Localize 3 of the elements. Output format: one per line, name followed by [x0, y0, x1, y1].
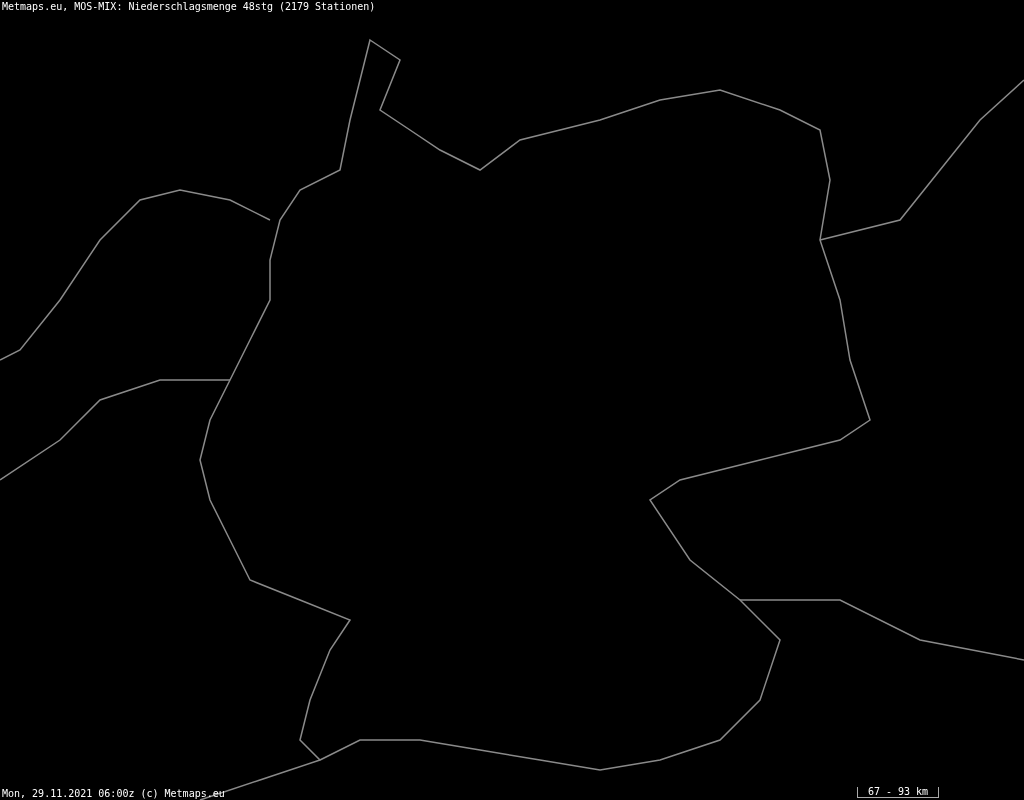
scale-bar: 67 - 93 km — [857, 787, 939, 798]
timestamp-credit: Mon, 29.11.2021 06:00z (c) Metmaps.eu — [2, 788, 225, 799]
map-title: Metmaps.eu, MOS-MIX: Niederschlagsmenge 48stg (2179 Stationen) — [2, 1, 376, 12]
